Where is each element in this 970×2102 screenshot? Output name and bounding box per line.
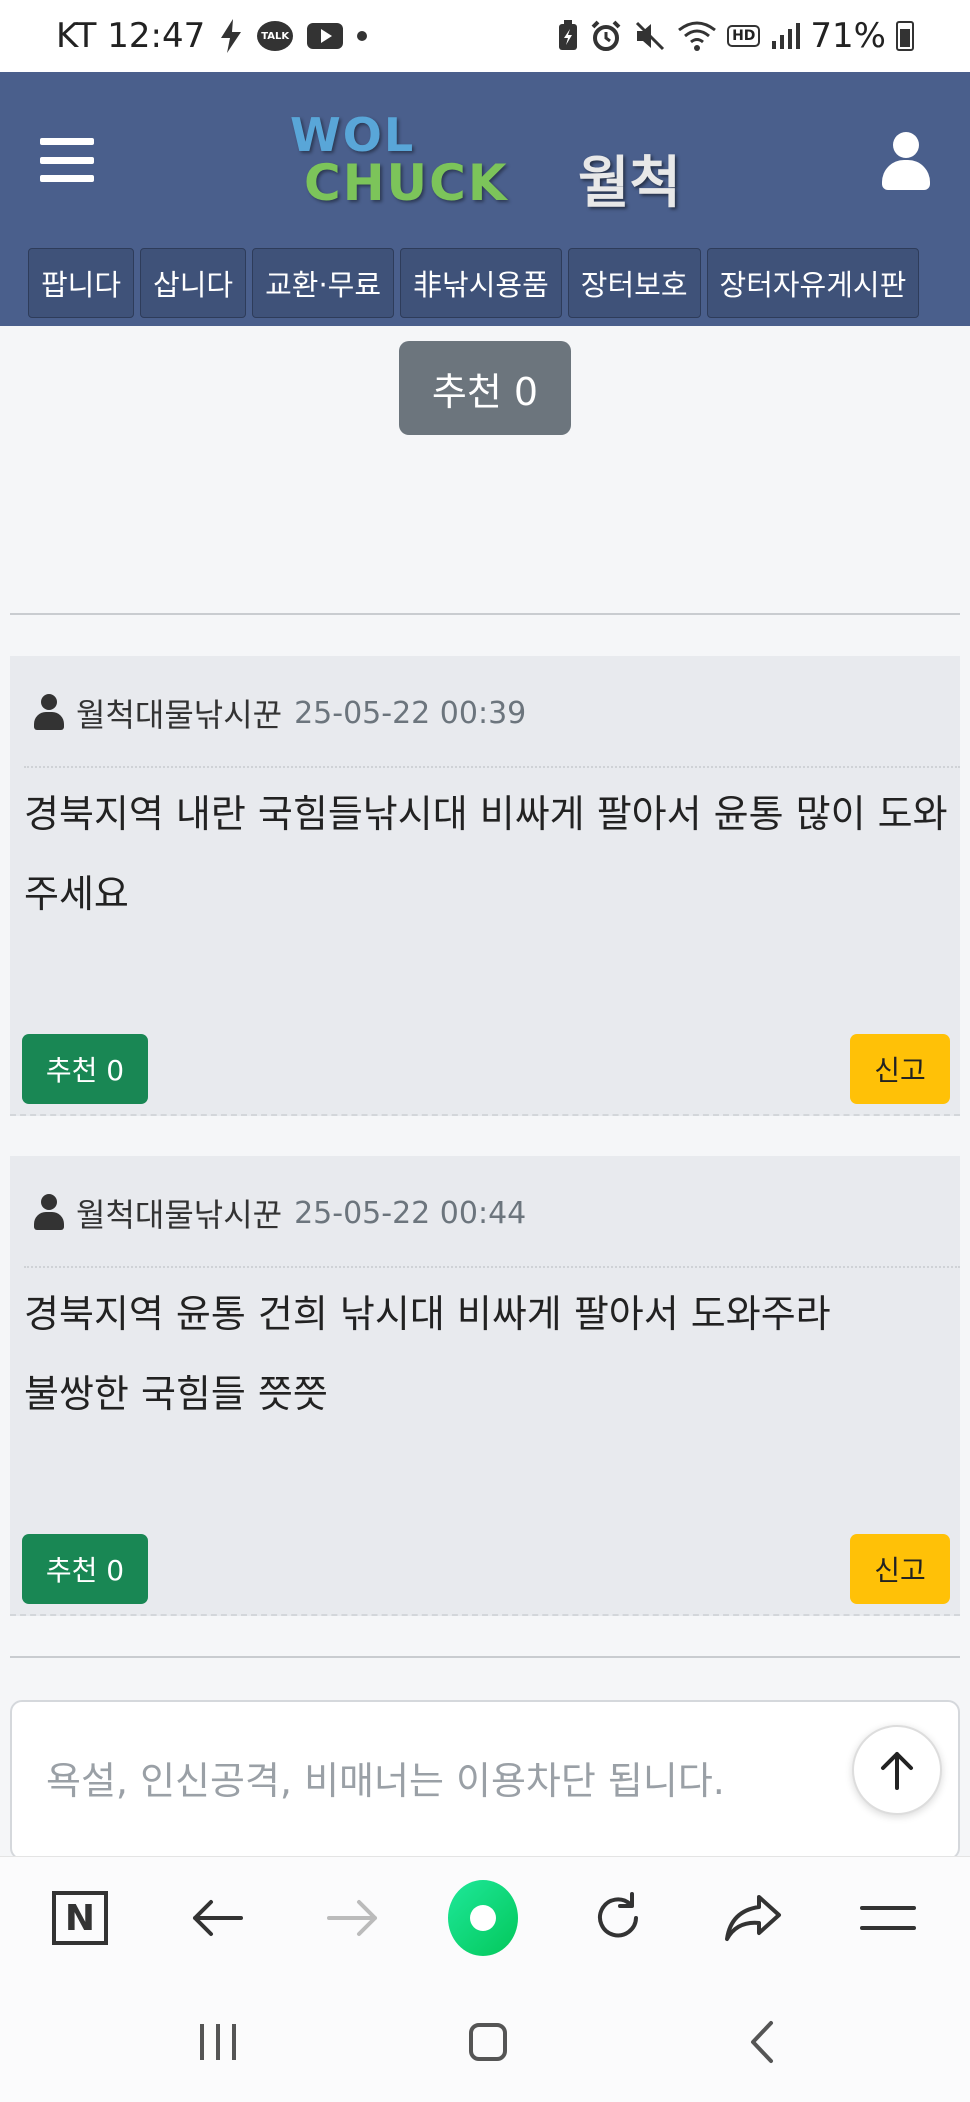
battery-saver-icon — [559, 20, 578, 50]
home-button[interactable] — [465, 2016, 511, 2068]
category-free-board[interactable]: 장터자유게시판 — [706, 248, 920, 318]
refresh-button[interactable] — [583, 1883, 653, 1953]
post-recommend-button[interactable]: 추천 0 — [399, 341, 571, 435]
divider — [10, 1656, 960, 1658]
naver-icon: N — [52, 1891, 108, 1945]
battery-icon — [896, 21, 914, 51]
refresh-icon — [598, 1892, 638, 1938]
forward-arrow-icon — [327, 1900, 377, 1936]
hamburger-menu-icon[interactable] — [40, 138, 94, 182]
category-market-protection[interactable]: 장터보호 — [567, 248, 701, 318]
charging-bolt-icon — [221, 19, 242, 53]
menu-icon — [860, 1906, 916, 1930]
site-header: WOL CHUCK 월척 팝니다 삽니다 교환·무료 非낚시용품 장터보호 장터… — [0, 72, 970, 326]
category-non-fishing[interactable]: 非낚시용품 — [400, 248, 562, 318]
scroll-to-top-button[interactable] — [852, 1725, 942, 1815]
comment-text: 경북지역 윤통 건희 낚시대 비싸게 팔아서 도와주라 불쌍한 국힘들 쯧쯧 — [24, 1274, 956, 1434]
recent-apps-icon — [200, 2024, 236, 2060]
comment-author[interactable]: 월척대물낚시꾼 — [76, 690, 282, 736]
battery-percent: 71% — [810, 16, 886, 56]
naver-home-button[interactable]: N — [45, 1883, 115, 1953]
comment-text: 경북지역 내란 국힘들낚시대 비싸게 팔아서 윤통 많이 도와 주세요 — [24, 792, 948, 916]
comment-input[interactable] — [10, 1700, 960, 1860]
wifi-icon — [678, 21, 716, 51]
comment-date: 25-05-22 00:39 — [294, 695, 527, 731]
person-icon — [34, 1194, 64, 1232]
system-nav-bar — [0, 1980, 970, 2102]
comment-recommend-button[interactable]: 추천 0 — [22, 1034, 148, 1104]
share-button[interactable] — [718, 1883, 788, 1953]
user-account-icon[interactable] — [882, 132, 930, 190]
comment-text-line: 경북지역 윤통 건희 낚시대 비싸게 팔아서 도와주라 — [24, 1292, 831, 1336]
comment-date: 25-05-22 00:44 — [294, 1195, 527, 1231]
comment-item: 월척대물낚시꾼 25-05-22 00:44 경북지역 윤통 건희 낚시대 비싸… — [10, 1156, 960, 1616]
carrier-time: KT 12:47 — [56, 16, 206, 56]
logo-text-korean: 월척 — [578, 151, 682, 216]
category-exchange-free[interactable]: 교환·무료 — [252, 248, 395, 318]
person-icon — [34, 694, 64, 732]
forward-button[interactable] — [318, 1883, 388, 1953]
green-dot-button[interactable] — [448, 1880, 518, 1956]
system-back-button[interactable] — [746, 2016, 776, 2068]
category-sell[interactable]: 팝니다 — [28, 248, 135, 318]
comment-text-line: 불쌍한 국힘들 쯧쯧 — [24, 1372, 328, 1416]
arrow-up-icon — [881, 1752, 913, 1790]
hd-voice-icon: HD — [727, 25, 761, 47]
logo-text-chuck: CHUCK — [304, 154, 509, 212]
more-notifications-dot-icon — [357, 31, 368, 41]
menu-button[interactable] — [853, 1883, 923, 1953]
category-buy[interactable]: 삽니다 — [140, 248, 247, 318]
home-icon — [469, 2023, 507, 2061]
comment-report-button[interactable]: 신고 — [850, 1534, 950, 1604]
youtube-icon — [307, 23, 344, 49]
comment-recommend-button[interactable]: 추천 0 — [22, 1534, 148, 1604]
alarm-icon — [591, 20, 621, 51]
divider — [10, 613, 960, 615]
kakaotalk-icon: TALK — [257, 21, 294, 51]
back-arrow-icon — [193, 1900, 243, 1936]
green-dot-icon — [448, 1880, 518, 1956]
browser-toolbar: N — [0, 1856, 970, 1980]
signal-icon — [772, 23, 801, 49]
chevron-left-icon — [751, 2021, 773, 2063]
site-logo[interactable]: WOL CHUCK 월척 — [290, 100, 690, 220]
share-icon — [725, 1895, 781, 1941]
category-nav: 팝니다 삽니다 교환·무료 非낚시용품 장터보호 장터자유게시판 — [28, 248, 920, 318]
status-bar: KT 12:47 TALK HD 71% — [0, 0, 970, 72]
comment-item: 월척대물낚시꾼 25-05-22 00:39 경북지역 내란 국힘들낚시대 비싸… — [10, 656, 960, 1116]
comment-author[interactable]: 월척대물낚시꾼 — [76, 1190, 282, 1236]
mute-icon — [636, 21, 665, 51]
recent-apps-button[interactable] — [196, 2016, 240, 2068]
comment-report-button[interactable]: 신고 — [850, 1034, 950, 1104]
back-button[interactable] — [182, 1883, 252, 1953]
